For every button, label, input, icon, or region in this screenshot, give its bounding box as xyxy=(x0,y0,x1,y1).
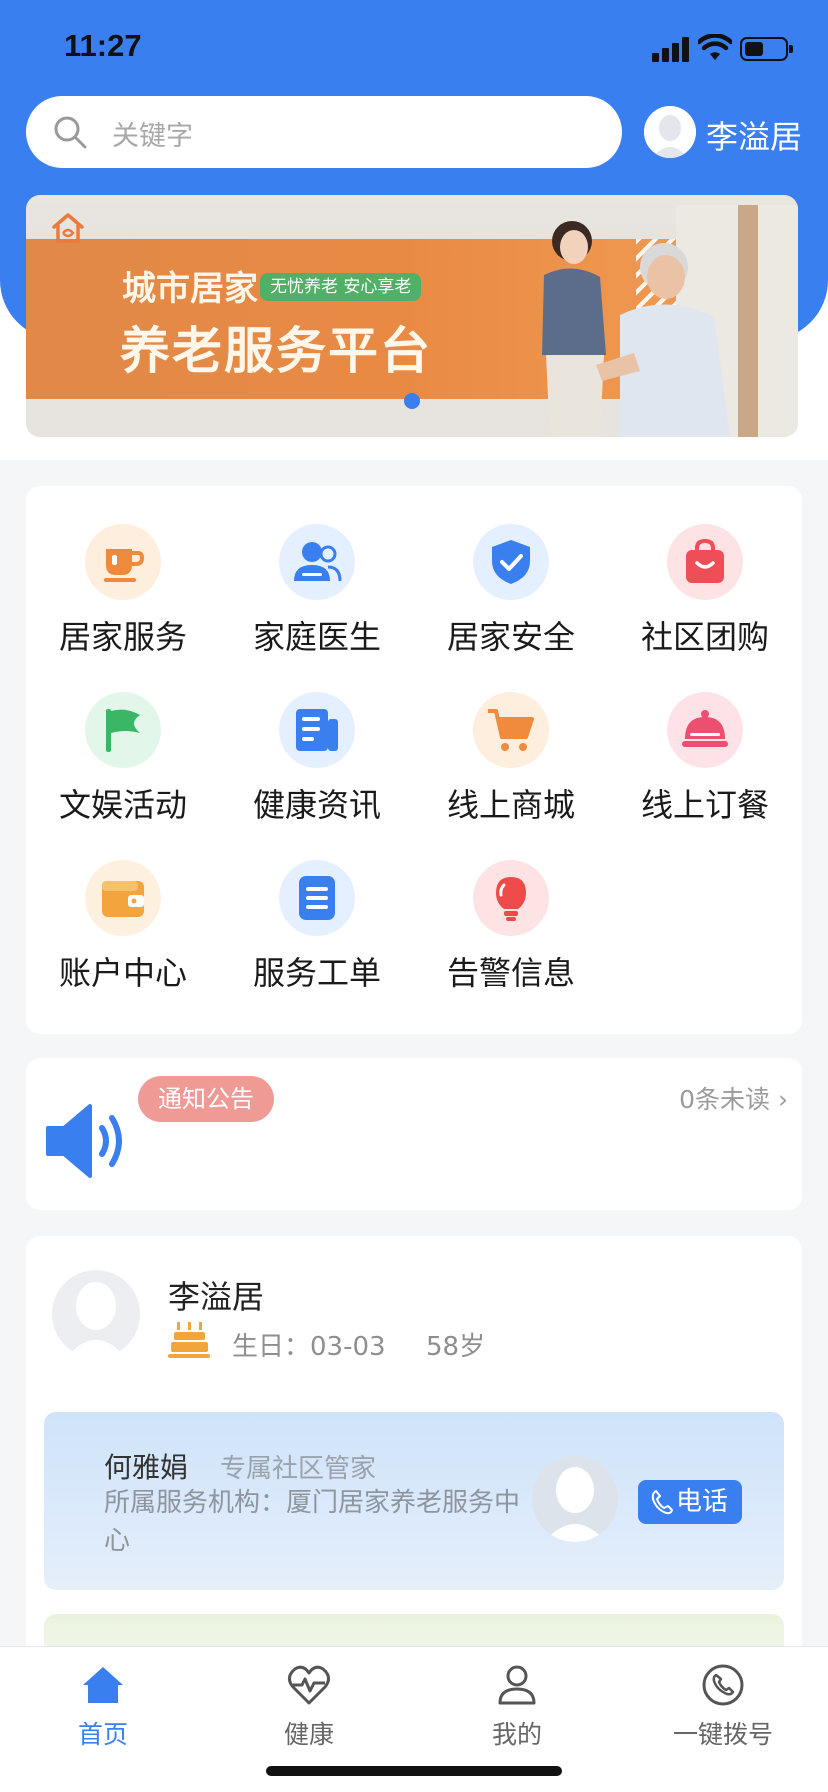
shield-icon xyxy=(473,524,549,600)
tab-label: 我的 xyxy=(491,1720,542,1749)
service-label: 居家安全 xyxy=(446,618,575,656)
service-label: 社区团购 xyxy=(640,618,769,656)
banner-line1: 城市居家 xyxy=(122,269,258,309)
signal-icon xyxy=(652,36,692,62)
person-icon xyxy=(498,1665,536,1705)
promo-banner[interactable]: 城市居家 无忧养老 安心享老 养老服务平台 xyxy=(26,195,798,437)
status-time: 11:27 xyxy=(64,28,142,63)
tab-mine[interactable]: 我的 xyxy=(442,1663,592,1751)
food-cover-icon xyxy=(667,692,743,768)
service-label: 线上订餐 xyxy=(640,786,769,824)
search-bar[interactable]: 关键字 xyxy=(26,96,622,168)
banner-photo xyxy=(542,205,798,437)
tab-health[interactable]: 健康 xyxy=(234,1663,384,1751)
phone-icon xyxy=(651,1490,673,1515)
banner-indicator-dot[interactable] xyxy=(404,393,420,409)
service-label: 居家服务 xyxy=(58,618,187,656)
service-alarm-info[interactable]: 告警信息 xyxy=(426,860,596,994)
avatar xyxy=(644,106,696,158)
manager-name: 何雅娟 xyxy=(104,1451,189,1484)
avatar xyxy=(52,1270,140,1358)
service-grid: 居家服务 家庭医生 居家安全 社区团购 文娱活动 健康资讯 线上商城 线上订餐 … xyxy=(26,486,802,1034)
notice-card[interactable]: 通知公告 0条未读 › xyxy=(26,1058,802,1210)
service-health-news[interactable]: 健康资讯 xyxy=(232,692,402,826)
notice-badge: 通知公告 xyxy=(138,1076,274,1122)
profile-birthday: 生日：03-03 xyxy=(232,1332,386,1362)
service-label: 线上商城 xyxy=(446,786,575,824)
shopping-bag-icon xyxy=(667,524,743,600)
service-online-meal[interactable]: 线上订餐 xyxy=(620,692,790,826)
manager-organization: 所属服务机构：厦门居家养老服务中心 xyxy=(104,1488,521,1556)
service-online-mall[interactable]: 线上商城 xyxy=(426,692,596,826)
flag-icon xyxy=(85,692,161,768)
manager-card: 何雅娟 专属社区管家 所属服务机构：厦门居家养老服务中心 电话 xyxy=(44,1412,784,1590)
manager-role: 专属社区管家 xyxy=(220,1454,377,1484)
service-label: 告警信息 xyxy=(446,954,575,992)
news-icon xyxy=(279,692,355,768)
search-placeholder: 关键字 xyxy=(112,121,193,152)
cart-icon xyxy=(473,692,549,768)
speaker-icon xyxy=(46,1104,122,1178)
profile-name: 李溢居 xyxy=(168,1278,265,1316)
service-family-doctor[interactable]: 家庭医生 xyxy=(232,524,402,658)
user-name: 李溢居 xyxy=(706,118,803,156)
home-logo-icon xyxy=(52,213,84,243)
phone-icon xyxy=(702,1664,744,1706)
cup-icon xyxy=(85,524,161,600)
wifi-icon xyxy=(698,34,732,60)
service-work-order[interactable]: 服务工单 xyxy=(232,860,402,994)
search-icon xyxy=(54,116,87,149)
home-indicator xyxy=(266,1766,562,1776)
cake-icon xyxy=(168,1322,210,1358)
manager-avatar xyxy=(532,1456,618,1542)
service-label: 服务工单 xyxy=(252,954,381,992)
service-label: 家庭医生 xyxy=(252,618,381,656)
profile-age: 58岁 xyxy=(426,1332,486,1362)
tab-label: 健康 xyxy=(283,1720,334,1749)
alarm-icon xyxy=(473,860,549,936)
service-group-buy[interactable]: 社区团购 xyxy=(620,524,790,658)
service-label: 健康资讯 xyxy=(252,786,381,824)
tab-one-click-dial[interactable]: 一键拨号 xyxy=(648,1663,798,1751)
service-label: 文娱活动 xyxy=(58,786,187,824)
heart-pulse-icon xyxy=(288,1665,330,1705)
list-icon xyxy=(279,860,355,936)
status-bar: 11:27 xyxy=(0,0,828,92)
doctor-icon xyxy=(279,524,355,600)
service-account-center[interactable]: 账户中心 xyxy=(38,860,208,994)
service-entertainment[interactable]: 文娱活动 xyxy=(38,692,208,826)
service-home-care[interactable]: 居家服务 xyxy=(38,524,208,658)
call-button[interactable]: 电话 xyxy=(638,1480,743,1524)
call-label: 电话 xyxy=(676,1487,729,1517)
profile-card: 李溢居 生日：03-03 58岁 何雅娟 专属社区管家 所属服务机构：厦门居家养… xyxy=(26,1236,802,1656)
battery-icon xyxy=(740,37,793,61)
tab-label: 首页 xyxy=(77,1720,128,1749)
banner-tag: 无忧养老 安心享老 xyxy=(260,273,422,301)
service-label: 账户中心 xyxy=(58,954,187,992)
unread-count-link[interactable]: 0条未读 › xyxy=(679,1080,788,1116)
banner-line2: 养老服务平台 xyxy=(120,321,432,380)
tab-label: 一键拨号 xyxy=(672,1720,773,1749)
home-icon xyxy=(83,1667,123,1703)
tab-home[interactable]: 首页 xyxy=(28,1663,178,1751)
service-home-safety[interactable]: 居家安全 xyxy=(426,524,596,658)
wallet-icon xyxy=(85,860,161,936)
